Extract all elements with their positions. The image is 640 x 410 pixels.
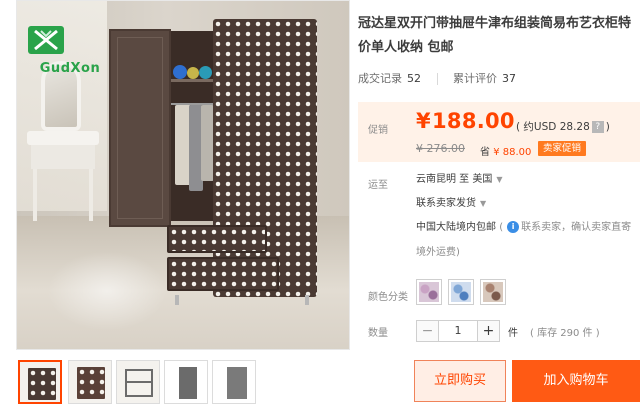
price-label: 促销: [368, 125, 388, 136]
quantity-stepper: − 1 +: [416, 320, 500, 342]
thumbnail-wardrobe: [179, 367, 197, 399]
wardrobe-drawer-lower: [167, 257, 279, 291]
swatch-pattern: [451, 282, 471, 302]
usd-close: ): [605, 121, 610, 133]
quantity-decrease-button[interactable]: −: [417, 321, 439, 341]
ship-route-selector[interactable]: 云南昆明 至 美国 ▼: [416, 170, 503, 185]
usd-conversion: ( 约USD 28.28?): [516, 119, 610, 134]
price-value: 188.00: [432, 109, 515, 133]
storage-ball: [173, 65, 187, 79]
thumbnail-5[interactable]: [212, 360, 256, 404]
vanity-leg: [89, 169, 93, 221]
chevron-down-icon: ▼: [496, 175, 503, 184]
main-product-image[interactable]: GudXon: [16, 0, 350, 350]
brand-logo-text: GudXon: [39, 61, 101, 76]
ship-to-label: 运至: [368, 180, 388, 191]
wardrobe-photo: [109, 19, 325, 305]
thumbnail-1[interactable]: [18, 360, 62, 404]
swatch-pattern: [483, 282, 503, 302]
thumbnail-4[interactable]: [164, 360, 208, 404]
stats-divider: [436, 73, 438, 85]
thumbnail-frame: [125, 369, 153, 397]
reviews-label: 累计评价: [453, 72, 497, 85]
vanity-drawer: [31, 145, 95, 169]
domestic-free-shipping: 中国大陆境内包邮: [416, 222, 496, 233]
contact-seller-ship[interactable]: 联系卖家发货 ▼: [416, 194, 486, 209]
color-swatch-purple-floral[interactable]: [416, 279, 442, 305]
vanity-leg: [33, 169, 37, 221]
wardrobe-leg: [175, 295, 179, 305]
contact-seller-text: 联系卖家发货: [416, 198, 476, 209]
swatch-pattern: [419, 282, 439, 302]
wardrobe-leg: [305, 295, 309, 305]
quantity-unit: 件: [508, 328, 518, 339]
savings-label: 省: [480, 147, 490, 158]
quantity-label: 数量: [368, 328, 388, 339]
wardrobe-open-door: [109, 29, 171, 227]
thumbnail-3[interactable]: [116, 360, 160, 404]
wardrobe-right-door: [213, 19, 317, 297]
thumbnail-wardrobe: [227, 367, 247, 399]
stock-count: ( 库存 290 件 ): [530, 328, 600, 339]
storage-ball: [187, 67, 199, 79]
usd-text: ( 约USD 28.28: [516, 121, 590, 133]
vanity-top: [27, 131, 99, 145]
add-to-cart-button[interactable]: 加入购物车: [512, 360, 640, 402]
vanity-furniture: [27, 61, 99, 221]
ship-route: 云南昆明 至 美国: [416, 174, 493, 185]
help-icon[interactable]: ?: [591, 121, 604, 133]
thumbnail-wardrobe: [28, 368, 56, 400]
note-open-paren: (: [499, 222, 504, 233]
product-title: 冠达星双开门带抽屉牛津布组装简易布艺衣柜特价单人收纳 包邮: [358, 16, 632, 55]
brand-logo-mark-icon: [28, 26, 64, 54]
storage-ball: [199, 66, 212, 79]
sales-label: 成交记录: [358, 72, 402, 85]
thumbnail-wardrobe: [77, 367, 105, 399]
color-label: 颜色分类: [368, 292, 408, 303]
brand-logo: GudXon: [27, 25, 113, 76]
product-stats: 成交记录 52 累计评价 37: [358, 70, 516, 86]
savings: 省 ¥ 88.00: [480, 143, 531, 158]
wardrobe-drawer-upper: [167, 225, 267, 253]
shipping-note: 联系卖家，确认卖家直寄: [521, 222, 632, 233]
info-icon[interactable]: i: [507, 221, 520, 233]
color-swatch-brown-floral[interactable]: [480, 279, 506, 305]
original-price: ¥ 276.00: [416, 142, 465, 155]
promo-badge: 卖家促销: [538, 141, 587, 156]
quantity-increase-button[interactable]: +: [477, 321, 499, 341]
savings-amount: ¥ 88.00: [493, 147, 532, 158]
reviews-value[interactable]: 37: [502, 72, 516, 85]
quantity-input[interactable]: 1: [439, 321, 477, 341]
shipping-note-continued: 境外运费): [416, 247, 460, 258]
price-currency: ¥: [416, 109, 431, 133]
color-swatch-blue-floral[interactable]: [448, 279, 474, 305]
sales-value[interactable]: 52: [407, 72, 421, 85]
chevron-down-icon: ▼: [480, 199, 487, 208]
domestic-shipping: 中国大陆境内包邮 (i 联系卖家，确认卖家直寄: [416, 218, 631, 233]
buy-now-button[interactable]: 立即购买: [414, 360, 506, 402]
price-panel: 促销 ¥ 188.00 ( 约USD 28.28?) ¥ 276.00 省 ¥ …: [358, 102, 640, 162]
thumbnail-2[interactable]: [68, 360, 112, 404]
wardrobe-shelf: [171, 79, 215, 82]
door-panel: [117, 37, 163, 219]
